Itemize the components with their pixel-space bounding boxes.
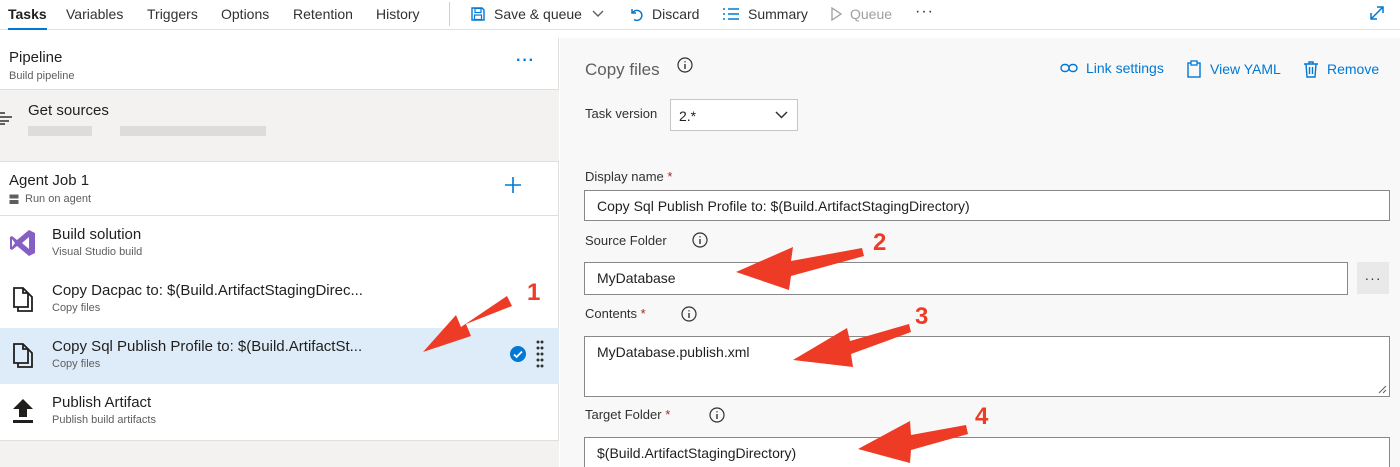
view-yaml-label: View YAML (1210, 61, 1281, 77)
source-folder-field[interactable]: MyDatabase (584, 262, 1348, 295)
play-icon (831, 7, 842, 21)
tab-history[interactable]: History (376, 6, 420, 22)
source-list-icon (0, 112, 12, 125)
task-subtitle: Publish build artifacts (52, 414, 156, 426)
display-name-field[interactable]: Copy Sql Publish Profile to: $(Build.Art… (584, 190, 1390, 221)
task-list-footer (0, 440, 559, 467)
view-yaml-button[interactable]: View YAML (1186, 60, 1281, 78)
task-item-copy-dacpac[interactable]: Copy Dacpac to: $(Build.ArtifactStagingD… (0, 272, 559, 328)
drag-handle-icon[interactable] (536, 340, 544, 370)
pipeline-header[interactable]: Pipeline Build pipeline ··· (0, 38, 559, 90)
visual-studio-icon (10, 230, 35, 256)
task-list-pane: Pipeline Build pipeline ··· Get sources … (0, 38, 559, 467)
top-toolbar: Tasks Variables Triggers Options Retenti… (0, 0, 1400, 30)
summary-button[interactable]: Summary (722, 4, 808, 24)
copy-files-icon (13, 343, 33, 368)
get-sources-item[interactable]: Get sources (0, 90, 559, 162)
tab-options[interactable]: Options (221, 6, 269, 22)
checkmark-circle-icon (510, 346, 526, 362)
task-title: Copy Sql Publish Profile to: $(Build.Art… (52, 338, 363, 355)
agent-job-subtitle: Run on agent (25, 193, 92, 205)
tab-variables[interactable]: Variables (66, 6, 123, 22)
toolbar-more-button[interactable]: ··· (915, 3, 934, 21)
task-subtitle: Copy files (52, 302, 101, 314)
toolbar-divider (449, 2, 450, 26)
info-icon[interactable] (681, 306, 697, 322)
link-settings-button[interactable]: Link settings (1060, 60, 1164, 76)
server-icon (9, 194, 19, 204)
task-title: Build solution (52, 226, 142, 243)
task-title: Copy Dacpac to: $(Build.ArtifactStagingD… (52, 282, 363, 299)
source-folder-label: Source Folder (585, 233, 667, 248)
pipeline-more-button[interactable]: ··· (516, 52, 535, 70)
pipeline-title: Pipeline (9, 49, 63, 66)
remove-label: Remove (1327, 61, 1380, 77)
annotation-number-3: 3 (915, 303, 929, 330)
resize-handle-icon[interactable] (1378, 385, 1387, 394)
task-item-build-solution[interactable]: Build solution Visual Studio build (0, 216, 559, 272)
task-detail-title: Copy files (585, 60, 660, 79)
copy-files-icon (13, 287, 33, 312)
tab-tasks[interactable]: Tasks (8, 6, 47, 30)
annotation-number-2: 2 (873, 229, 887, 256)
task-subtitle: Copy files (52, 358, 101, 370)
blurred-branch-text (120, 126, 266, 136)
info-icon[interactable] (692, 232, 708, 248)
trash-icon (1304, 61, 1318, 78)
remove-button[interactable]: Remove (1303, 60, 1379, 78)
contents-textarea[interactable]: MyDatabase.publish.xml (584, 336, 1390, 397)
add-task-icon[interactable] (504, 176, 522, 194)
browse-button[interactable]: ··· (1357, 262, 1389, 294)
discard-button[interactable]: Discard (628, 4, 699, 24)
task-version-value: 2.* (679, 108, 697, 124)
chevron-down-icon (592, 10, 604, 17)
required-marker: * (667, 169, 673, 184)
info-icon[interactable] (677, 57, 693, 73)
task-version-label: Task version (585, 106, 658, 121)
task-subtitle: Visual Studio build (52, 246, 143, 258)
discard-label: Discard (652, 6, 700, 22)
save-queue-label: Save & queue (494, 6, 582, 22)
annotation-number-4: 4 (975, 403, 989, 430)
queue-button[interactable]: Queue (830, 4, 892, 24)
link-settings-label: Link settings (1086, 60, 1164, 76)
target-folder-field[interactable]: $(Build.ArtifactStagingDirectory) (584, 437, 1390, 467)
tab-retention[interactable]: Retention (293, 6, 353, 22)
link-icon (1060, 63, 1078, 73)
task-item-publish-artifact[interactable]: Publish Artifact Publish build artifacts (0, 384, 559, 440)
clipboard-icon (1187, 60, 1201, 78)
contents-value: MyDatabase.publish.xml (597, 344, 750, 360)
target-folder-label: Target Folder * (585, 407, 671, 422)
agent-job-title: Agent Job 1 (9, 172, 90, 189)
required-marker: * (640, 306, 646, 321)
queue-label: Queue (850, 6, 893, 22)
task-title: Publish Artifact (52, 394, 152, 411)
tab-triggers[interactable]: Triggers (147, 6, 198, 22)
chevron-down-icon (775, 111, 788, 119)
display-name-label: Display name * (585, 169, 673, 184)
agent-job-item[interactable]: Agent Job 1 Run on agent (0, 162, 559, 216)
save-queue-button[interactable]: Save & queue (470, 4, 604, 24)
upload-icon (13, 399, 33, 423)
info-icon[interactable] (709, 407, 725, 423)
summary-label: Summary (748, 6, 808, 22)
pipeline-subtitle: Build pipeline (9, 70, 75, 82)
task-item-copy-sql-publish-profile[interactable]: Copy Sql Publish Profile to: $(Build.Art… (0, 328, 559, 384)
list-icon (723, 8, 739, 20)
expand-icon[interactable] (1368, 4, 1386, 22)
save-icon (471, 7, 485, 21)
blurred-repository-text (28, 126, 92, 136)
contents-label: Contents * (585, 306, 646, 321)
get-sources-title: Get sources (28, 102, 109, 119)
annotation-number-1: 1 (527, 279, 541, 306)
required-marker: * (665, 407, 671, 422)
task-version-select[interactable]: 2.* (670, 99, 798, 131)
undo-icon (631, 9, 643, 22)
